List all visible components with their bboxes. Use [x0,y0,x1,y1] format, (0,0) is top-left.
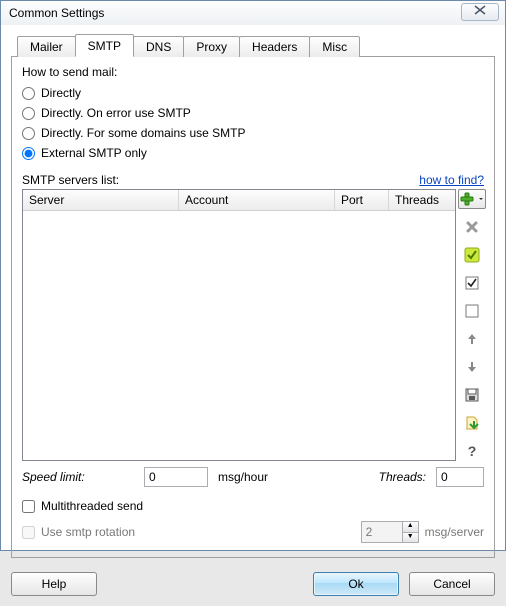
client-area: Mailer SMTP DNS Proxy Headers Misc How t… [1,25,505,564]
servers-list-area: Server Account Port Threads [22,189,484,461]
servers-list-label: SMTP servers list: [22,173,119,187]
radio-directly-onerror[interactable]: Directly. On error use SMTP [22,103,484,123]
unchecked-icon[interactable] [462,301,482,321]
move-down-icon[interactable] [462,357,482,377]
servers-grid[interactable]: Server Account Port Threads [22,189,456,461]
rotation-spin: ▲ ▼ [361,521,419,543]
rotation-unit-label: msg/server [425,525,484,539]
tab-misc[interactable]: Misc [309,36,360,57]
multithread-label: Multithreaded send [41,499,143,513]
radio-directly-label: Directly [41,86,81,100]
send-mode-group: How to send mail: Directly Directly. On … [22,65,484,163]
tab-headers[interactable]: Headers [239,36,310,57]
help-button[interactable]: Help [11,572,97,596]
radio-external-only[interactable]: External SMTP only [22,143,484,163]
tab-mailer[interactable]: Mailer [17,36,76,57]
col-account[interactable]: Account [179,190,335,210]
grid-toolbar: ? [460,189,484,461]
tabpage-smtp: How to send mail: Directly Directly. On … [11,57,495,558]
spin-down-icon: ▼ [402,533,418,543]
speed-unit-label: msg/hour [218,470,268,484]
ok-button[interactable]: Ok [313,572,399,596]
threads-label: Threads: [379,470,426,484]
rotation-spin-input [362,522,402,542]
save-icon[interactable] [462,385,482,405]
tab-dns[interactable]: DNS [133,36,184,57]
grid-body[interactable] [23,211,455,460]
multithread-check[interactable]: Multithreaded send [22,497,143,515]
rotation-check: Use smtp rotation [22,523,135,541]
tab-smtp[interactable]: SMTP [75,34,134,57]
radio-directly[interactable]: Directly [22,83,484,103]
speed-limit-input[interactable] [144,467,208,487]
tabstrip: Mailer SMTP DNS Proxy Headers Misc [11,33,495,57]
below-grid: Speed limit: msg/hour Threads: Multithre… [22,467,484,547]
radio-directly-domains[interactable]: Directly. For some domains use SMTP [22,123,484,143]
how-to-find-link[interactable]: how to find? [419,173,484,187]
radio-directly-domains-label: Directly. For some domains use SMTP [41,126,246,140]
cancel-button[interactable]: Cancel [409,572,495,596]
dialog-window: Common Settings Mailer SMTP DNS Proxy He… [0,0,506,551]
close-button[interactable] [461,3,499,21]
radio-directly-onerror-label: Directly. On error use SMTP [41,106,191,120]
titlebar: Common Settings [1,1,505,25]
radio-external-only-label: External SMTP only [41,146,147,160]
check-all-icon[interactable] [462,245,482,265]
col-server[interactable]: Server [23,190,179,210]
dialog-footer: Help Ok Cancel [1,564,505,606]
col-port[interactable]: Port [335,190,389,210]
checked-icon[interactable] [462,273,482,293]
delete-icon[interactable] [462,217,482,237]
import-icon[interactable] [462,413,482,433]
add-icon[interactable] [458,189,486,209]
send-mode-label: How to send mail: [22,65,484,79]
help-icon[interactable]: ? [462,441,482,461]
window-title: Common Settings [9,6,104,20]
spin-up-icon: ▲ [402,522,418,533]
speed-limit-label: Speed limit: [22,470,134,484]
tab-proxy[interactable]: Proxy [183,36,240,57]
col-threads[interactable]: Threads [389,190,455,210]
checks-area: Multithreaded send Use smtp rotation ▲ [22,495,484,547]
threads-input[interactable] [436,467,484,487]
rotation-label: Use smtp rotation [41,525,135,539]
grid-header: Server Account Port Threads [23,190,455,211]
move-up-icon[interactable] [462,329,482,349]
